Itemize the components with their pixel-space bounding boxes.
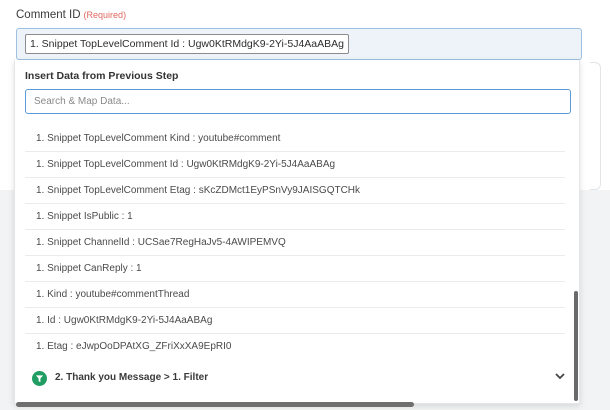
background-card-edge: [590, 62, 601, 190]
dropdown-header: Insert Data from Previous Step: [25, 70, 179, 82]
list-item[interactable]: 1. Snippet TopLevelComment Id : Ugw0KtRM…: [25, 152, 565, 178]
filter-icon: [32, 371, 47, 386]
mapped-value-chip[interactable]: 1. Snippet TopLevelComment Id : Ugw0KtRM…: [25, 34, 350, 54]
list-item[interactable]: 1. Etag : eJwpOoDPAtXG_ZFriXxXA9EpRI0: [25, 334, 565, 358]
group-label: 2. Thank you Message > 1. Filter: [55, 372, 209, 383]
vertical-scrollbar[interactable]: [574, 291, 578, 401]
comment-id-field[interactable]: 1. Snippet TopLevelComment Id : Ugw0KtRM…: [16, 28, 582, 60]
list-item[interactable]: 1. Snippet TopLevelComment Etag : sKcZDM…: [25, 178, 565, 204]
list-item[interactable]: 1. Snippet IsPublic : 1: [25, 204, 565, 230]
list-item[interactable]: 1. Snippet TopLevelComment Kind : youtub…: [25, 126, 565, 152]
search-input[interactable]: [25, 89, 571, 114]
list-item[interactable]: 1. Snippet ChannelId : UCSae7RegHaJv5-4A…: [25, 230, 565, 256]
horizontal-scrollbar[interactable]: [16, 402, 414, 407]
list-item[interactable]: 1. Snippet CanReply : 1: [25, 256, 565, 282]
data-list: 1. Snippet TopLevelComment Kind : youtub…: [25, 126, 565, 358]
comment-id-label: Comment ID (Required): [16, 9, 126, 21]
required-indicator: (Required): [83, 10, 127, 20]
comment-id-label-text: Comment ID: [16, 9, 81, 21]
list-item[interactable]: 1. Id : Ugw0KtRMdgK9-2Yi-5J4AaABAg: [25, 308, 565, 334]
step-group-thank-you-filter[interactable]: 2. Thank you Message > 1. Filter: [25, 364, 565, 392]
insert-data-dropdown: Insert Data from Previous Step 1. Snippe…: [14, 60, 580, 404]
list-item[interactable]: 1. Kind : youtube#commentThread: [25, 282, 565, 308]
chevron-down-icon[interactable]: [555, 373, 565, 380]
